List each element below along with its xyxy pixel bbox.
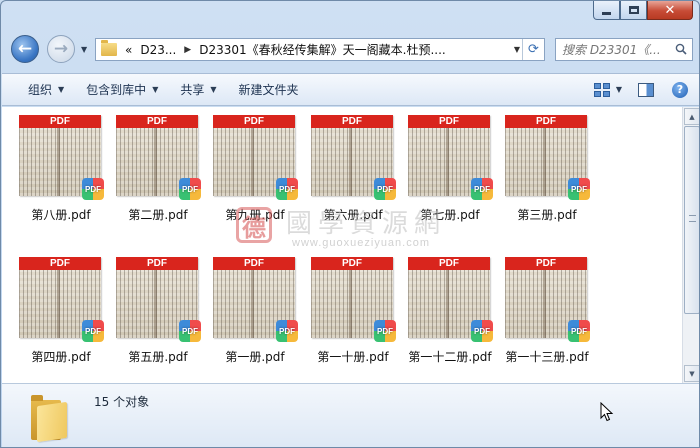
view-options-dropdown[interactable]: ▼ (616, 85, 622, 94)
share-menu[interactable]: 共享 ▼ (172, 78, 224, 102)
pdf-banner: PDF (213, 115, 295, 128)
file-item[interactable]: PDF PDF 第一十二册.pdf (391, 249, 493, 369)
minimize-icon (602, 11, 611, 15)
pdf-banner: PDF (311, 257, 393, 270)
folder-icon (31, 394, 71, 443)
pdf-banner: PDF (116, 115, 198, 128)
pdf-banner: PDF (505, 257, 587, 270)
file-item[interactable]: PDF PDF 第二册.pdf (99, 107, 201, 227)
pdf-app-icon: PDF (568, 320, 590, 342)
object-count: 15 个对象 (94, 395, 150, 409)
breadcrumb-separator-icon[interactable]: ▶ (184, 45, 191, 55)
new-folder-label: 新建文件夹 (238, 83, 299, 97)
minimize-button[interactable] (593, 1, 620, 20)
file-item[interactable]: PDF PDF 第七册.pdf (391, 107, 493, 227)
scroll-thumb[interactable] (684, 126, 699, 314)
new-folder-button[interactable]: 新建文件夹 (231, 78, 307, 102)
forward-button[interactable]: → (47, 35, 75, 63)
file-item[interactable]: PDF PDF 第五册.pdf (99, 249, 201, 369)
file-list[interactable]: PDF PDF 第八册.pdf PDF PDF 第二册.pdf PDF PDF 第九册.pdf P… (2, 107, 682, 383)
refresh-button[interactable]: ⟳ (522, 39, 544, 60)
help-icon[interactable]: ? (672, 81, 688, 98)
back-button[interactable]: ← (11, 35, 39, 63)
file-name: 第一十三册.pdf (505, 350, 589, 364)
search-icon[interactable] (675, 43, 687, 55)
vertical-scrollbar[interactable]: ▲ ▼ (682, 107, 699, 383)
include-library-label: 包含到库中 (86, 83, 147, 97)
mouse-pointer-icon (600, 402, 614, 422)
close-icon: ✕ (664, 2, 676, 18)
pdf-banner: PDF (116, 257, 198, 270)
grip-icon (689, 215, 696, 222)
caption-buttons: ✕ (593, 1, 693, 20)
refresh-icon: ⟳ (528, 42, 539, 57)
file-item[interactable]: PDF PDF 第一十册.pdf (294, 249, 396, 369)
recent-pages-dropdown[interactable]: ▼ (81, 45, 87, 54)
file-item[interactable]: PDF PDF 第四册.pdf (2, 249, 104, 369)
close-button[interactable]: ✕ (647, 1, 693, 20)
details-pane: 15 个对象 (2, 383, 699, 447)
address-history-dropdown[interactable]: ▼ (514, 45, 520, 54)
chevron-down-icon: ▼ (58, 85, 65, 94)
scroll-down-button[interactable]: ▼ (684, 365, 699, 382)
address-bar[interactable]: « D23... ▶ D23301《春秋经传集解》天一阁藏本.杜预.... ▼ … (95, 38, 545, 61)
maximize-icon (628, 6, 639, 14)
chevron-down-icon: ▼ (210, 85, 217, 94)
file-item[interactable]: PDF PDF 第九册.pdf (196, 107, 298, 227)
search-input[interactable] (562, 42, 674, 57)
maximize-button[interactable] (620, 1, 647, 20)
search-box[interactable] (555, 38, 693, 61)
file-name: 第三册.pdf (517, 208, 577, 222)
folder-icon (101, 40, 117, 56)
pdf-app-icon: PDF (568, 178, 590, 200)
forward-arrow-icon: → (53, 38, 69, 59)
back-arrow-icon: ← (17, 38, 33, 59)
file-item[interactable]: PDF PDF 第三册.pdf (488, 107, 590, 227)
file-item[interactable]: PDF PDF 第一册.pdf (196, 249, 298, 369)
address-chevrons[interactable]: « (125, 43, 132, 57)
organize-menu[interactable]: 组织 ▼ (20, 78, 72, 102)
file-item[interactable]: PDF PDF 第一十三册.pdf (488, 249, 590, 369)
file-item[interactable]: PDF PDF 第六册.pdf (294, 107, 396, 227)
pdf-banner: PDF (213, 257, 295, 270)
breadcrumb-parent[interactable]: D23... (140, 43, 176, 57)
chevron-down-icon: ▼ (152, 85, 159, 94)
change-view-icon[interactable] (593, 82, 610, 97)
pdf-banner: PDF (19, 257, 101, 270)
pdf-banner: PDF (505, 115, 587, 128)
pdf-banner: PDF (311, 115, 393, 128)
view-controls: ▼ ? (593, 74, 699, 105)
breadcrumb-current[interactable]: D23301《春秋经传集解》天一阁藏本.杜预.... (199, 41, 446, 58)
preview-pane-icon[interactable] (638, 82, 654, 97)
explorer-window: ✕ ← → ▼ « D23... ▶ D23301《春秋经传集解》天一阁藏本.杜… (0, 0, 700, 448)
pdf-banner: PDF (19, 115, 101, 128)
watermark-url: www.guoxueziyuan.com (292, 237, 431, 249)
file-item[interactable]: PDF PDF 第八册.pdf (2, 107, 104, 227)
pdf-banner: PDF (408, 257, 490, 270)
pdf-banner: PDF (408, 115, 490, 128)
scroll-up-button[interactable]: ▲ (684, 108, 699, 125)
organize-label: 组织 (28, 83, 53, 97)
command-bar: 组织 ▼ 包含到库中 ▼ 共享 ▼ 新建文件夹 ▼ ? (2, 73, 699, 106)
share-label: 共享 (180, 83, 205, 97)
include-in-library-menu[interactable]: 包含到库中 ▼ (78, 78, 166, 102)
navigation-bar: ← → ▼ « D23... ▶ D23301《春秋经传集解》天一阁藏本.杜预.… (1, 31, 699, 67)
